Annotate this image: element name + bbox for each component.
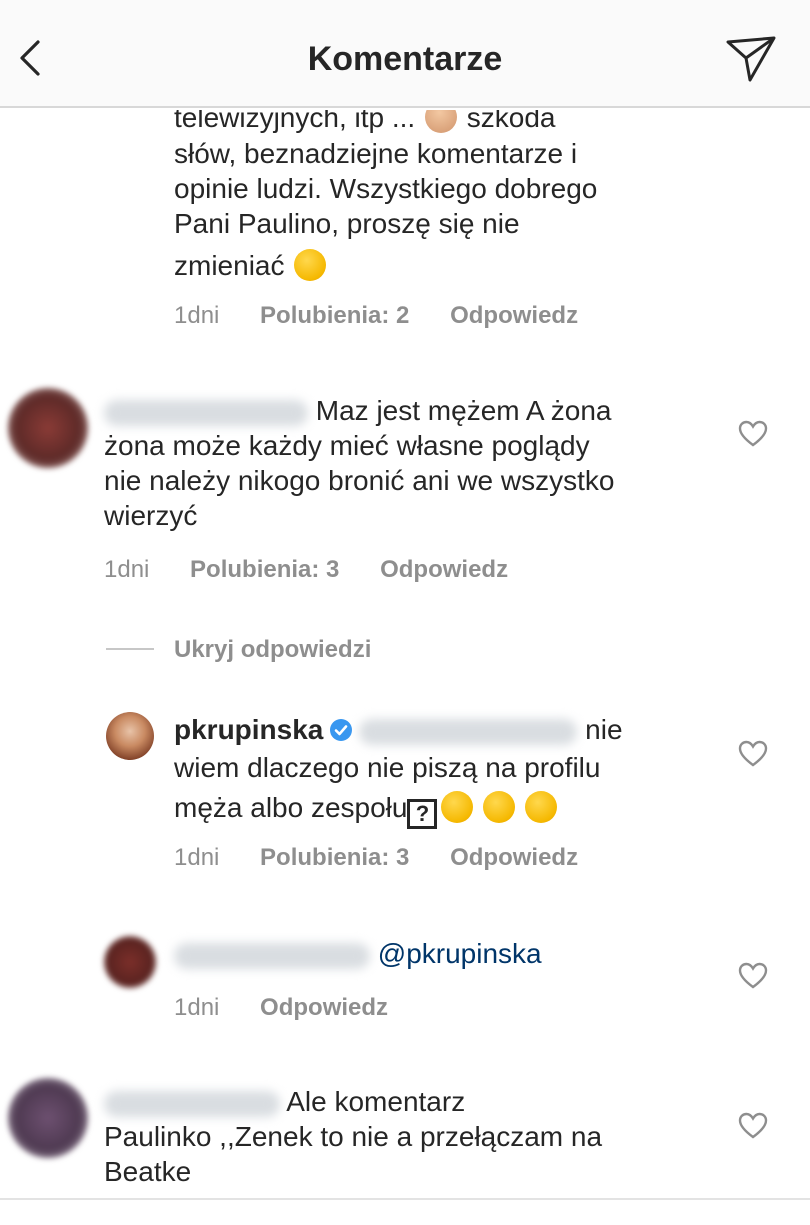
send-direct-icon[interactable] [724,32,778,86]
avatar[interactable] [8,388,88,468]
top-navigation-bar: Komentarze [0,10,810,108]
wink-emoji-icon [294,249,327,281]
reply-button[interactable]: Odpowiedz [450,844,578,871]
comment-text: Paulinko ,,Zenek to nie a przełączam na [104,1121,603,1152]
status-bar [0,0,810,10]
comment-text: Maz jest mężem A żona [315,395,612,426]
question-box-icon: ? [407,799,438,829]
comment-text: wierzyć [104,500,198,531]
comment-text: nie należy nikogo bronić ani we wszystko [104,465,615,496]
comment-time: 1dni [104,556,150,583]
comment-text: Pani Paulino, proszę się nie [174,208,520,239]
avatar[interactable] [106,712,154,760]
page-title: Komentarze [307,40,503,78]
comment-meta: 1dni Polubienia: 3 Odpowiedz [174,844,612,872]
likes-count-button[interactable]: Polubienia: 3 [190,556,339,583]
username-link[interactable]: pkrupinska [174,714,323,745]
bottom-divider [0,1198,810,1200]
thinking-emoji-icon [525,791,558,823]
reply-button[interactable]: Odpowiedz [260,994,388,1021]
comment-text: Ale komentarz [286,1086,466,1117]
heart-outline-icon[interactable] [738,420,768,448]
comments-list[interactable]: telewizyjnych, itp ... szkoda słów, bezn… [0,110,810,1225]
avatar[interactable] [8,1078,88,1158]
comment-meta: 1dni Odpowiedz [174,994,422,1022]
hide-replies-button[interactable]: Ukryj odpowiedzi [174,636,371,664]
verified-badge-icon [330,719,353,741]
comment-text: wiem dlaczego nie piszą na profilu [174,752,601,783]
likes-count-button[interactable]: Polubienia: 2 [260,302,409,329]
blurred-username[interactable] [104,399,308,426]
comment-text: Beatke [104,1156,192,1187]
comment-text: zmieniać [174,250,285,281]
blurred-mention[interactable] [359,718,578,745]
comment-text: nie [585,714,623,745]
comment-text: telewizyjnych, itp ... [174,110,416,133]
comment-time: 1dni [174,994,220,1021]
comment-time: 1dni [174,302,220,329]
comment-text: żona może każdy mieć własne poglądy [104,430,590,461]
reply-button[interactable]: Odpowiedz [380,556,508,583]
blurred-username[interactable] [104,1090,280,1117]
replies-divider [106,648,154,650]
comment-meta: 1dni Polubienia: 2 Odpowiedz [174,302,612,330]
mention-link[interactable]: @pkrupinska [378,938,542,969]
avatar[interactable] [104,936,156,988]
thinking-emoji-icon [483,791,516,823]
reply-button[interactable]: Odpowiedz [450,302,578,329]
heart-outline-icon[interactable] [738,740,768,768]
likes-count-button[interactable]: Polubienia: 3 [260,844,409,871]
blurred-username[interactable] [174,942,370,969]
comment-meta: 1dni Polubienia: 3 Odpowiedz [104,556,542,584]
comment-text: słów, beznadziejne komentarze i [174,138,578,169]
comment-text: szkoda [466,110,556,133]
comment-text: męża albo zespołu [174,792,408,823]
heart-outline-icon[interactable] [738,1112,768,1140]
thinking-emoji-icon [441,791,474,823]
facepalm-emoji-icon [424,110,457,133]
comment-text: opinie ludzi. Wszystkiego dobrego [174,173,598,204]
heart-outline-icon[interactable] [738,962,768,990]
comment-time: 1dni [174,844,220,871]
